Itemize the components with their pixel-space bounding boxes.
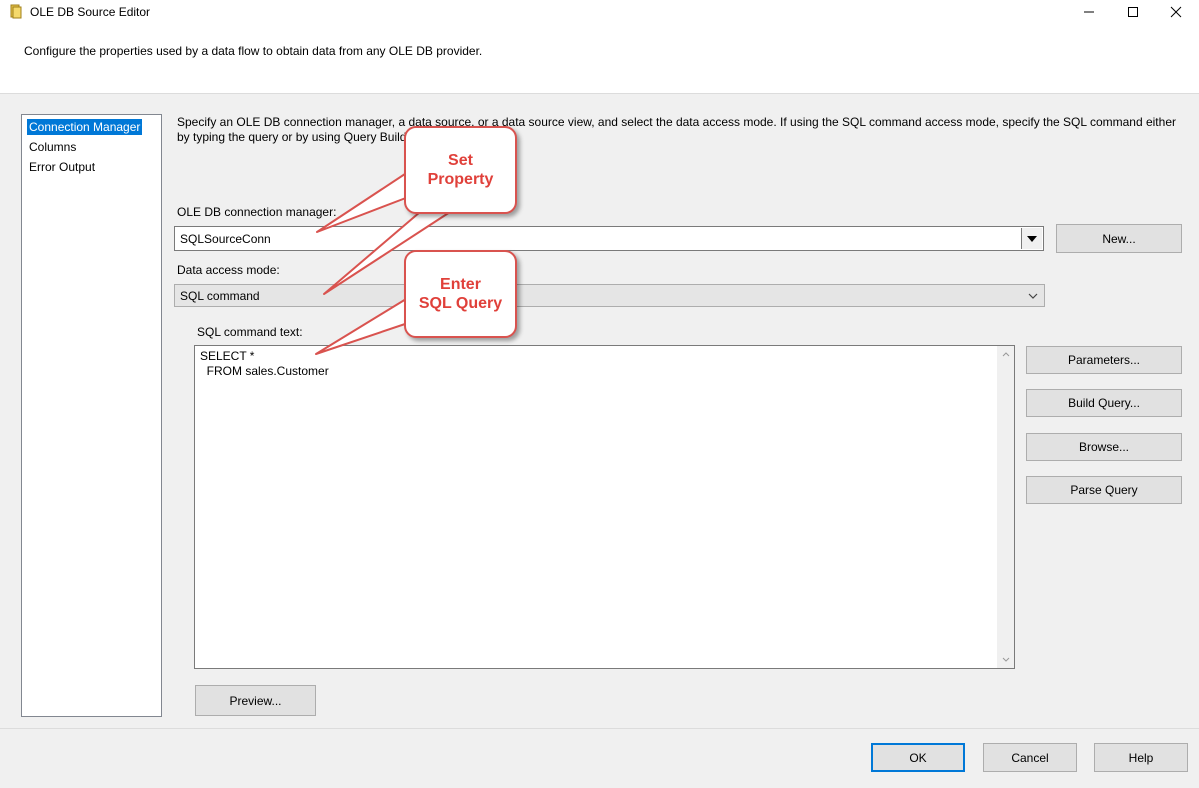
nav-item-columns[interactable]: Columns (27, 139, 78, 155)
scroll-up-button[interactable] (997, 346, 1014, 363)
chevron-up-icon (1002, 352, 1009, 357)
help-button[interactable]: Help (1094, 743, 1188, 772)
data-access-mode-combo[interactable]: SQL command (174, 284, 1045, 307)
parse-query-button[interactable]: Parse Query (1026, 476, 1182, 504)
window-title: OLE DB Source Editor (30, 5, 151, 19)
connection-manager-combo[interactable]: SQLSourceConn (174, 226, 1044, 251)
vertical-scrollbar[interactable] (997, 346, 1014, 668)
maximize-button[interactable] (1110, 0, 1156, 24)
parameters-button[interactable]: Parameters... (1026, 346, 1182, 374)
callout-enter-sql-query-line2: SQL Query (418, 295, 503, 312)
connection-manager-value: SQLSourceConn (180, 232, 271, 246)
browse-button[interactable]: Browse... (1026, 433, 1182, 461)
scroll-down-button[interactable] (997, 651, 1014, 668)
data-access-mode-dropdown-button[interactable] (1022, 286, 1043, 305)
build-query-button[interactable]: Build Query... (1026, 389, 1182, 417)
app-icon (10, 4, 22, 19)
nav-item-error-output[interactable]: Error Output (27, 159, 97, 175)
footer-separator (0, 728, 1199, 729)
maximize-icon (1128, 7, 1138, 17)
minimize-icon (1084, 11, 1094, 13)
callout-set-property-line2: Property (427, 171, 494, 188)
minimize-button[interactable] (1066, 0, 1112, 24)
title-bar: OLE DB Source Editor (0, 0, 1199, 24)
data-access-mode-label: Data access mode: (177, 263, 280, 277)
close-icon (1170, 6, 1182, 18)
sql-command-label: SQL command text: (197, 325, 303, 339)
new-connection-button[interactable]: New... (1056, 224, 1182, 253)
ok-button[interactable]: OK (871, 743, 965, 772)
callout-enter-sql-query-line1: Enter (440, 276, 481, 293)
dropdown-arrow-icon (1027, 235, 1037, 242)
callout-set-property-line1: Set (448, 152, 473, 169)
header-band: Configure the properties used by a data … (0, 24, 1199, 94)
chevron-down-icon (1028, 293, 1037, 299)
cancel-button[interactable]: Cancel (983, 743, 1077, 772)
sql-command-textarea[interactable]: SELECT * FROM sales.Customer (194, 345, 1015, 669)
close-button[interactable] (1153, 0, 1199, 24)
navigation-pane: Connection Manager Columns Error Output (21, 114, 162, 717)
callout-enter-sql-query: Enter SQL Query (404, 250, 517, 338)
preview-button[interactable]: Preview... (195, 685, 316, 716)
chevron-down-icon (1002, 657, 1009, 662)
instructions-text: Specify an OLE DB connection manager, a … (177, 115, 1176, 144)
callout-set-property: Set Property (404, 126, 517, 214)
editor-description: Configure the properties used by a data … (24, 44, 483, 58)
sql-command-text: SELECT * FROM sales.Customer (200, 349, 329, 378)
connection-manager-dropdown-button[interactable] (1021, 228, 1042, 249)
data-access-mode-value: SQL command (180, 289, 260, 303)
connection-manager-label: OLE DB connection manager: (177, 205, 337, 219)
nav-item-connection-manager[interactable]: Connection Manager (27, 119, 143, 135)
